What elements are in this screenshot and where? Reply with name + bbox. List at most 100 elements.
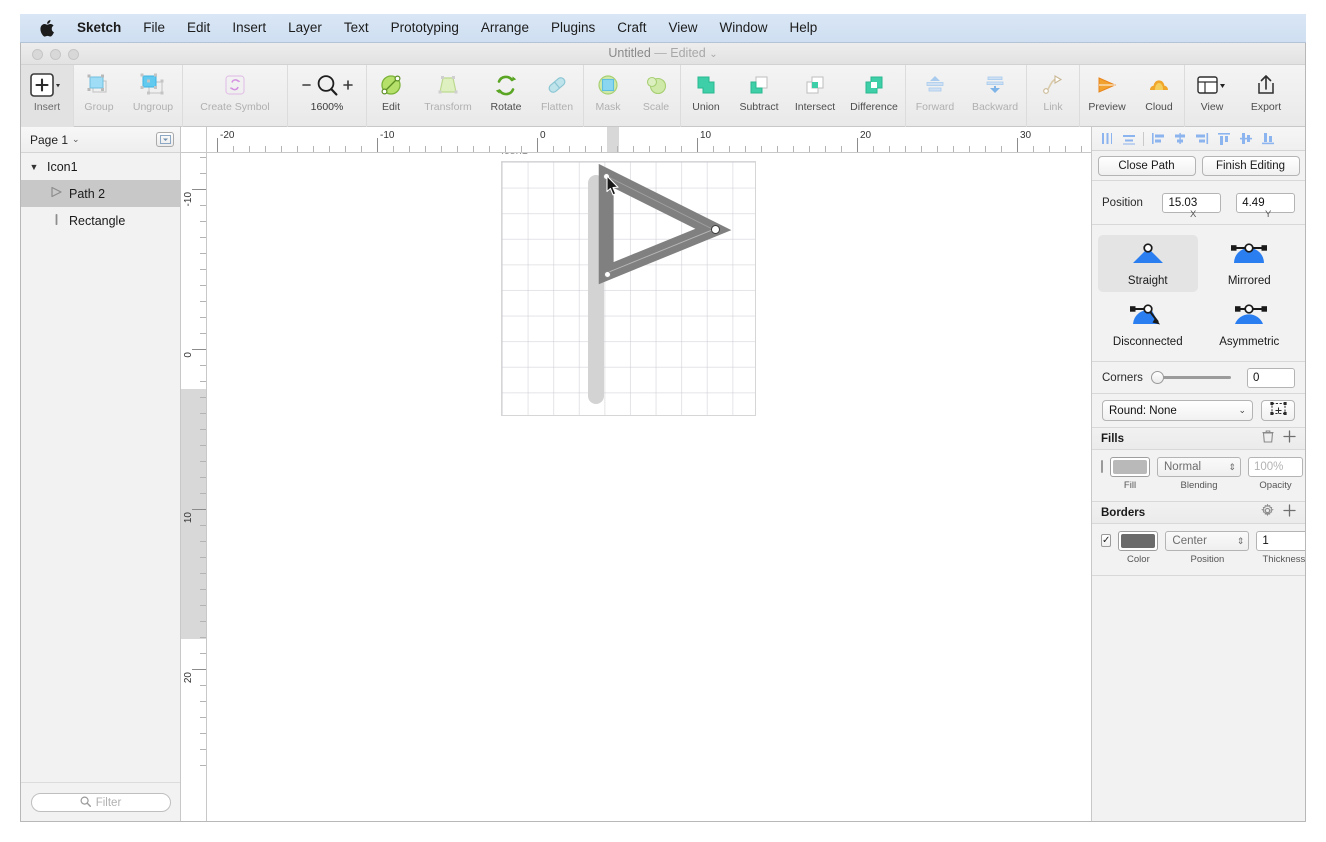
plus-icon[interactable] [1283, 503, 1296, 522]
toolbar-group-shape: Edit Transform Rotate Flatten [367, 65, 583, 127]
menu-edit[interactable]: Edit [176, 14, 221, 42]
ruler-minor-tick [200, 477, 206, 478]
align-left-edges-icon[interactable] [1097, 129, 1117, 149]
fill-blending-select[interactable]: Normal ⇕ [1157, 457, 1241, 477]
border-thickness-input[interactable]: 1 [1256, 531, 1305, 551]
title-chevron-down-icon[interactable]: ⌄ [709, 49, 717, 60]
view-button[interactable]: View [1185, 65, 1239, 127]
edit-path-button[interactable]: Edit [367, 65, 415, 127]
search-input[interactable]: Filter [30, 793, 171, 812]
scale-corners-button[interactable] [1261, 400, 1295, 421]
align-horizontal-centers-icon[interactable] [1119, 129, 1139, 149]
close-path-button[interactable]: Close Path [1097, 155, 1196, 176]
corners-slider[interactable] [1150, 371, 1231, 385]
move-forward-button[interactable]: Forward [906, 65, 964, 127]
menu-text[interactable]: Text [333, 14, 380, 42]
fill-opacity-input[interactable]: 100% [1248, 457, 1303, 477]
align-top-icon[interactable] [1214, 129, 1234, 149]
cloud-icon [1146, 70, 1172, 100]
trash-icon[interactable] [1262, 429, 1274, 448]
artboard[interactable] [501, 161, 756, 416]
difference-button[interactable]: Difference [843, 65, 905, 127]
border-position-value: Center [1172, 535, 1207, 547]
layer-row-path2[interactable]: Path 2 [21, 180, 180, 207]
finish-editing-button[interactable]: Finish Editing [1201, 155, 1300, 176]
align-bottom-icon[interactable] [1258, 129, 1278, 149]
preview-button[interactable]: Preview [1080, 65, 1134, 127]
border-color-swatch[interactable] [1118, 531, 1159, 551]
vertical-ruler[interactable]: -10 0 10 20 [181, 153, 207, 821]
round-select[interactable]: Round: None ⌄ [1102, 400, 1253, 421]
move-backward-label: Backward [971, 101, 1019, 113]
gear-icon[interactable] [1261, 502, 1274, 522]
corners-value-input[interactable]: 0 [1247, 367, 1295, 388]
border-position-select[interactable]: Center ⇕ [1165, 531, 1250, 551]
menu-plugins[interactable]: Plugins [540, 14, 606, 42]
ruler-minor-tick [200, 525, 206, 526]
menu-arrange[interactable]: Arrange [470, 14, 540, 42]
link-button[interactable]: Link [1027, 65, 1079, 127]
path-point-handle-selected[interactable] [711, 225, 720, 234]
menu-layer[interactable]: Layer [277, 14, 333, 42]
blending-caption: Blending [1180, 480, 1218, 491]
position-y-caption: Y [1265, 209, 1272, 220]
fill-enabled-checkbox[interactable] [1101, 460, 1103, 473]
ruler-minor-tick [713, 146, 714, 152]
align-middle-icon[interactable] [1236, 129, 1256, 149]
canvas[interactable]: Icon1 [207, 153, 1091, 821]
point-type-disconnected[interactable]: Disconnected [1098, 296, 1198, 353]
union-button[interactable]: Union [681, 65, 731, 127]
cloud-button[interactable]: Cloud [1134, 65, 1184, 127]
horizontal-ruler[interactable]: -20 -10 0 10 20 30 [207, 127, 1091, 153]
menu-view[interactable]: View [658, 14, 709, 42]
align-right-icon[interactable] [1192, 129, 1212, 149]
titlebar: Untitled — Edited ⌄ [21, 43, 1305, 65]
path-point-handle[interactable] [604, 271, 611, 278]
subtract-button[interactable]: Subtract [731, 65, 787, 127]
create-symbol-button[interactable]: Create Symbol [183, 65, 287, 127]
menu-sketch[interactable]: Sketch [66, 14, 132, 42]
artboard-label[interactable]: Icon1 [501, 153, 528, 157]
apple-logo-icon[interactable] [36, 19, 66, 37]
mask-button[interactable]: Mask [584, 65, 632, 127]
page-options-button[interactable] [156, 132, 174, 147]
main-area: Page 1 ⌄ ▼ Icon1 Path 2 Rectangle Filter… [21, 127, 1305, 821]
fill-color-swatch[interactable] [1110, 457, 1150, 477]
align-left-icon[interactable] [1148, 129, 1168, 149]
menu-help[interactable]: Help [779, 14, 829, 42]
move-backward-button[interactable]: Backward [964, 65, 1026, 127]
align-center-icon[interactable] [1170, 129, 1190, 149]
point-type-selector: Straight Mirrored Disconnected Asymmetri… [1092, 225, 1305, 362]
document-title[interactable]: Untitled — Edited ⌄ [21, 46, 1305, 60]
ruler-minor-tick [441, 146, 442, 152]
slider-knob[interactable] [1150, 371, 1164, 384]
menu-insert[interactable]: Insert [221, 14, 277, 42]
transform-button[interactable]: Transform [415, 65, 481, 127]
point-type-asymmetric[interactable]: Asymmetric [1200, 296, 1300, 353]
menu-window[interactable]: Window [709, 14, 779, 42]
menu-file[interactable]: File [132, 14, 176, 42]
alignment-toolbar [1092, 127, 1305, 151]
disclosure-open-icon[interactable]: ▼ [21, 162, 47, 172]
insert-button[interactable]: Insert [21, 65, 73, 127]
menu-craft[interactable]: Craft [606, 14, 657, 42]
export-button[interactable]: Export [1239, 65, 1293, 127]
border-enabled-checkbox[interactable]: ✓ [1101, 534, 1112, 547]
plus-icon[interactable] [1283, 429, 1296, 448]
group-button[interactable]: Group [74, 65, 124, 127]
menu-prototyping[interactable]: Prototyping [380, 14, 470, 42]
zoom-magnifier-icon [299, 70, 355, 100]
ungroup-button[interactable]: Ungroup [124, 65, 182, 127]
point-type-mirrored[interactable]: Mirrored [1200, 235, 1300, 292]
path-shape[interactable] [502, 162, 755, 415]
page-selector[interactable]: Page 1 ⌄ [21, 127, 180, 153]
intersect-button[interactable]: Intersect [787, 65, 843, 127]
layer-row-icon1[interactable]: ▼ Icon1 [21, 153, 180, 180]
fill-opacity-column: 100% Opacity [1248, 457, 1303, 491]
flatten-button[interactable]: Flatten [531, 65, 583, 127]
zoom-control[interactable]: 1600% [288, 65, 366, 127]
scale-button[interactable]: Scale [632, 65, 680, 127]
point-type-straight[interactable]: Straight [1098, 235, 1198, 292]
rotate-button[interactable]: Rotate [481, 65, 531, 127]
layer-row-rectangle[interactable]: Rectangle [21, 207, 180, 234]
